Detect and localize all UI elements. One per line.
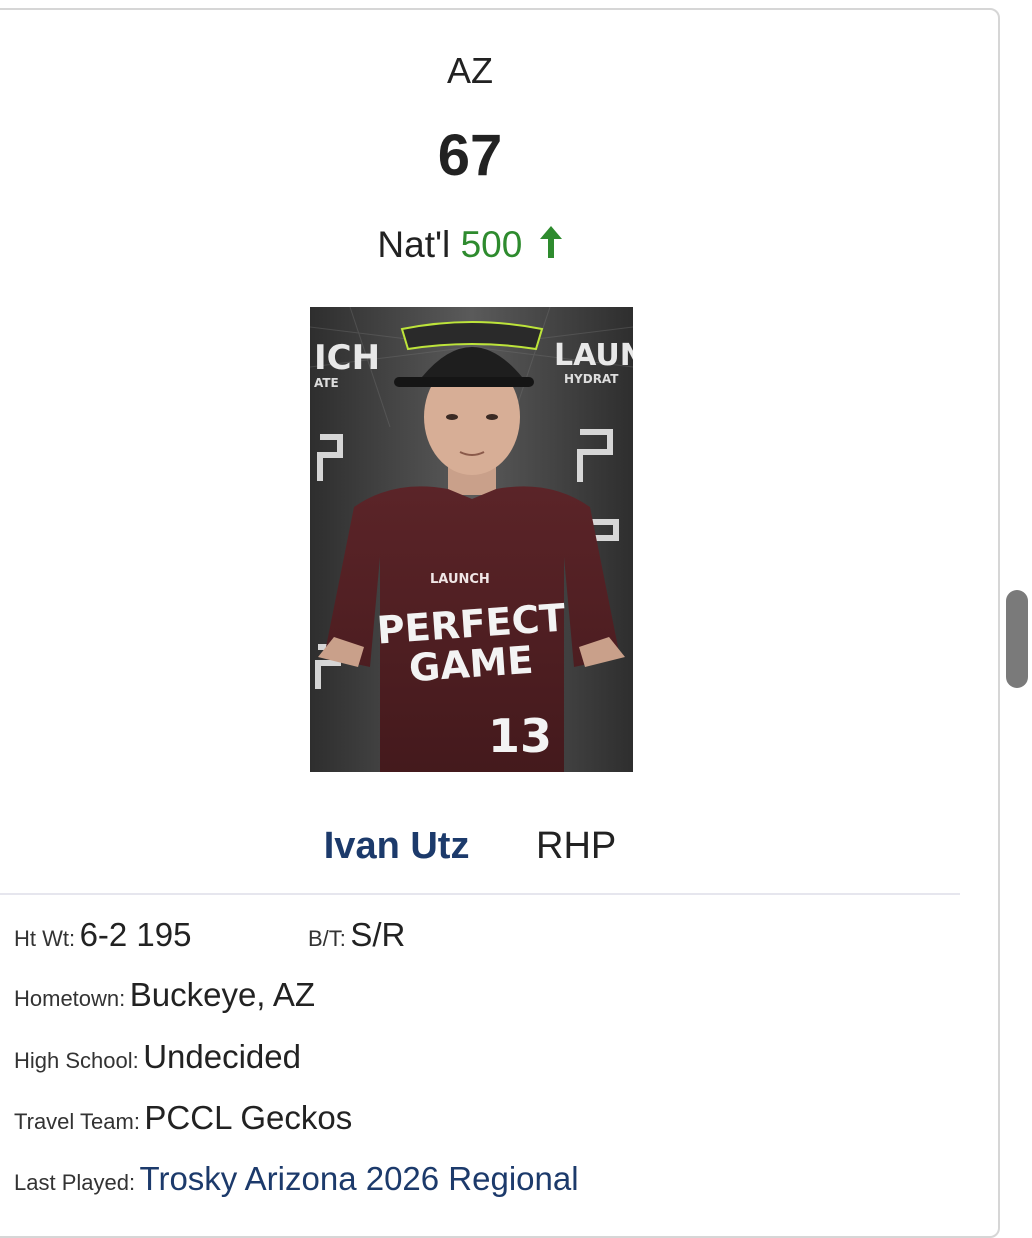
hometown-label: Hometown: xyxy=(14,986,126,1011)
backdrop-text-left: ICH xyxy=(314,338,380,378)
national-rank: Nat'l 500 xyxy=(0,224,958,268)
natl-label: Nat'l xyxy=(377,224,451,265)
natl-rank-value: 500 xyxy=(460,224,523,265)
travelteam-label: Travel Team: xyxy=(14,1109,140,1134)
player-photo: ICH ATE LAUN HYDRAT LAUNCH PERFECT GAME … xyxy=(310,307,633,772)
shirt-brand-text: LAUNCH xyxy=(430,572,490,587)
backdrop-text-left-sub: ATE xyxy=(314,376,339,390)
player-position: RHP xyxy=(536,825,617,867)
arrow-up-icon xyxy=(539,225,563,268)
player-header: Ivan Utz RHP xyxy=(0,825,958,868)
player-card: AZ 67 Nat'l 500 ICH ATE LAUN HYDRAT LAUN… xyxy=(0,8,1000,1238)
travelteam-row: Travel Team: PCCL Geckos xyxy=(14,1099,352,1137)
backdrop-text-right-sub: HYDRAT xyxy=(564,372,619,386)
player-name-link[interactable]: Ivan Utz xyxy=(324,825,470,867)
htwt-label: Ht Wt: xyxy=(14,926,76,951)
highschool-label: High School: xyxy=(14,1048,139,1073)
divider xyxy=(0,893,960,895)
state-rank: 67 xyxy=(437,123,503,188)
scrollbar-thumb[interactable] xyxy=(1006,590,1028,688)
hometown-row: Hometown: Buckeye, AZ xyxy=(14,976,315,1014)
bt-label: B/T: xyxy=(308,926,346,951)
htwt-row: Ht Wt: 6-2 195 xyxy=(14,916,192,954)
shirt-line2-text: GAME xyxy=(408,638,535,691)
backdrop-text-right: LAUN xyxy=(554,338,633,373)
highschool-value: Undecided xyxy=(143,1038,301,1075)
hometown-value: Buckeye, AZ xyxy=(129,976,315,1013)
bt-value: S/R xyxy=(350,916,406,953)
travelteam-value: PCCL Geckos xyxy=(144,1099,353,1136)
lastplayed-row: Last Played: Trosky Arizona 2026 Regiona… xyxy=(14,1160,579,1198)
lastplayed-label: Last Played: xyxy=(14,1170,136,1195)
highschool-row: High School: Undecided xyxy=(14,1038,301,1076)
htwt-value: 6-2 195 xyxy=(79,916,192,953)
lastplayed-event-link[interactable]: Trosky Arizona 2026 Regional xyxy=(140,1160,579,1197)
state-label: AZ xyxy=(446,50,493,91)
bt-row: B/T: S/R xyxy=(308,916,405,954)
jersey-number-text: 13 xyxy=(488,709,552,763)
